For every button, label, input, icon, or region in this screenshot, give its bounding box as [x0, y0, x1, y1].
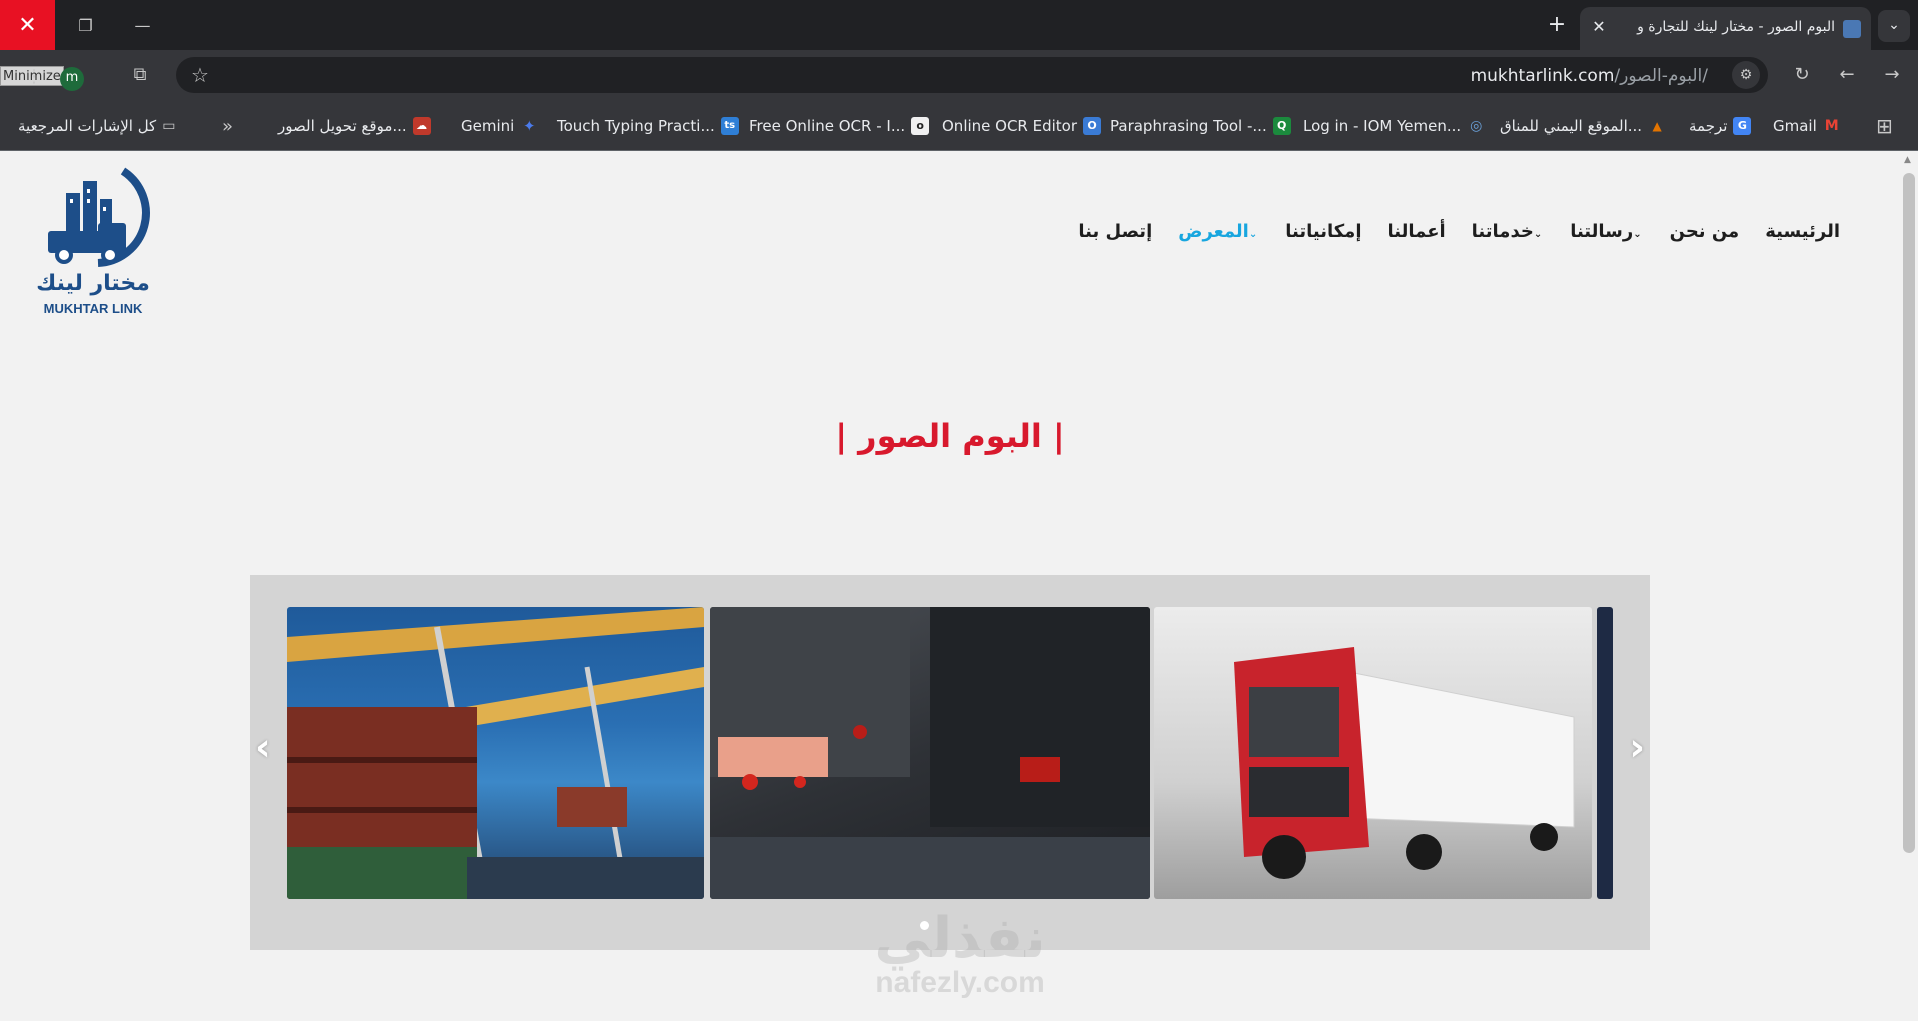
chevron-down-icon: ⌄	[1633, 229, 1642, 240]
extensions-icon[interactable]: ⧉	[126, 61, 154, 89]
carousel-prev-icon[interactable]: ‹	[255, 725, 271, 769]
browser-toolbar: Minimize m ⋮ ⧉ ☆ mukhtarlink.com/البوم-ا…	[0, 50, 1918, 100]
main-navigation: الرئيسية من نحن رسالتنا⌄ خدماتنا⌄ أعمالن…	[1078, 221, 1840, 242]
scroll-thumb[interactable]	[1903, 173, 1915, 853]
browser-titlebar: ✕ ❐ — + البوم الصور - مختار لينك للتجارة…	[0, 0, 1918, 50]
iom-icon: ◎	[1470, 118, 1483, 134]
all-bookmarks-label: كل الإشارات المرجعية	[18, 117, 157, 135]
logo-english-text: MUKHTAR LINK	[43, 301, 143, 316]
watermark: نفذلي nafezly.com	[840, 911, 1080, 999]
nav-label-gallery: المعرض	[1178, 221, 1249, 242]
bookmark-item[interactable]: Gemini ✦	[461, 115, 538, 137]
apps-grid-icon[interactable]: ⊞	[1876, 114, 1893, 138]
profile-avatar[interactable]: m	[60, 67, 84, 91]
bookmark-item[interactable]: Online OCR Editor O	[942, 115, 1102, 137]
url-host: mukhtarlink.com	[1470, 66, 1615, 86]
nav-item-capabilities[interactable]: إمكانياتنا	[1285, 221, 1361, 242]
logo-arabic-text: مختار لينك	[36, 271, 150, 296]
nav-label-mission: رسالتنا	[1570, 221, 1634, 242]
scroll-up-arrow-icon[interactable]: ▲	[1904, 155, 1911, 165]
back-arrow-icon[interactable]: ←	[1833, 61, 1861, 89]
bookmarks-bar: كل الإشارات المرجعية ▭ » موقع تحويل الصو…	[0, 100, 1918, 151]
bookmark-label: Gemini	[461, 117, 515, 135]
forward-arrow-icon[interactable]: →	[1878, 61, 1906, 89]
bookmark-label: الموقع اليمني للمناق...	[1500, 117, 1643, 135]
port-cranes-photo	[287, 607, 704, 899]
chevron-down-icon: ⌄	[1248, 229, 1258, 240]
bookmark-item[interactable]: Touch Typing Practi... ts	[557, 115, 739, 137]
yemen-site-icon: ▲	[1652, 119, 1662, 133]
tab-title: البوم الصور - مختار لينك للتجارة و	[1637, 19, 1835, 35]
chevron-down-icon: ⌄	[1533, 229, 1543, 240]
bookmark-label: ترجمة	[1689, 117, 1728, 135]
gmail-icon: M	[1824, 118, 1839, 134]
window-minimize-button[interactable]: —	[115, 0, 170, 50]
nav-item-mission[interactable]: رسالتنا⌄	[1570, 221, 1643, 242]
browser-tab-active[interactable]: البوم الصور - مختار لينك للتجارة و ✕	[1580, 7, 1871, 50]
carousel-next-icon[interactable]: ›	[1629, 725, 1645, 769]
bookmark-label: موقع تحويل الصور...	[278, 117, 407, 135]
image-convert-icon: ☁	[412, 117, 431, 135]
logo-graphic	[48, 167, 150, 267]
free-ocr-icon: o	[911, 117, 930, 135]
bookmark-item[interactable]: موقع تحويل الصور... ☁	[278, 115, 431, 137]
carousel-slide-trucks-traffic[interactable]	[710, 607, 1150, 899]
bookmark-label: Free Online OCR - I...	[749, 117, 906, 135]
bookmark-item[interactable]: Paraphrasing Tool -... Q	[1110, 115, 1291, 137]
nav-item-home[interactable]: الرئيسية	[1765, 221, 1840, 242]
folder-icon: ▭	[162, 118, 176, 134]
carousel-slide-red-truck[interactable]	[1154, 607, 1592, 899]
bookmark-label: Gmail	[1773, 117, 1817, 135]
nav-item-gallery[interactable]: المعرض⌄	[1178, 221, 1259, 242]
carousel-slide-port-cranes[interactable]	[287, 607, 704, 899]
bookmark-star-icon[interactable]: ☆	[186, 61, 214, 89]
nav-item-contact[interactable]: إتصل بنا	[1078, 221, 1152, 242]
bookmark-label: Touch Typing Practi...	[557, 117, 715, 135]
site-settings-icon[interactable]: ⚙	[1732, 61, 1760, 89]
site-logo[interactable]: مختار لينك MUKHTAR LINK	[28, 163, 158, 316]
trucks-traffic-photo	[710, 607, 1150, 899]
bookmark-item[interactable]: الموقع اليمني للمناق... ▲	[1500, 115, 1666, 137]
bookmarks-overflow-button[interactable]: »	[222, 115, 233, 137]
ocr-editor-icon: O	[1083, 117, 1102, 135]
url-path: /البوم-الصور/	[1614, 66, 1708, 86]
bookmark-item[interactable]: Gmail M	[1773, 115, 1841, 137]
red-truck-photo	[1234, 647, 1575, 879]
all-bookmarks-button[interactable]: كل الإشارات المرجعية ▭	[18, 115, 175, 137]
bookmark-label: Online OCR Editor	[942, 117, 1078, 135]
page-scrollbar[interactable]: ▲	[1900, 151, 1918, 1021]
bookmark-label: Log in - IOM Yemen...	[1303, 117, 1462, 135]
image-carousel: ‹ ›	[250, 575, 1650, 950]
watermark-english: nafezly.com	[875, 966, 1045, 999]
gemini-icon: ✦	[523, 117, 536, 135]
site-favicon-icon	[1843, 20, 1861, 38]
watermark-arabic: نفذلي	[874, 906, 1046, 971]
nav-item-about[interactable]: من نحن	[1670, 221, 1740, 242]
nav-label-services: خدماتنا	[1471, 221, 1534, 242]
url-text: mukhtarlink.com/البوم-الصور/	[1471, 66, 1708, 86]
nav-item-services[interactable]: خدماتنا⌄	[1472, 221, 1545, 242]
menu-icon[interactable]: ⋮	[20, 63, 48, 91]
tab-close-icon[interactable]: ✕	[1588, 16, 1610, 38]
window-close-button[interactable]: ✕	[0, 0, 55, 50]
reload-icon[interactable]: ↻	[1788, 61, 1816, 89]
bookmark-label: Paraphrasing Tool -...	[1110, 117, 1267, 135]
page-title: | البوم الصور |	[835, 417, 1065, 455]
bookmark-item[interactable]: Free Online OCR - I... o	[749, 115, 930, 137]
carousel-slide-partial	[1597, 607, 1613, 899]
bookmark-item[interactable]: Log in - IOM Yemen... ◎	[1303, 115, 1485, 137]
quillbot-icon: Q	[1272, 117, 1291, 135]
tab-search-button[interactable]: ⌄	[1878, 10, 1910, 42]
translate-icon: G	[1733, 117, 1752, 135]
typing-icon: ts	[720, 117, 739, 135]
nav-item-works[interactable]: أعمالنا	[1388, 221, 1446, 242]
bookmark-item[interactable]: ترجمة G	[1689, 115, 1752, 137]
address-bar[interactable]: ☆ mukhtarlink.com/البوم-الصور/ ⚙	[176, 57, 1768, 93]
web-page: مختار لينك MUKHTAR LINK الرئيسية من نحن …	[0, 151, 1900, 1021]
new-tab-button[interactable]: +	[1542, 11, 1572, 41]
window-restore-button[interactable]: ❐	[58, 0, 113, 50]
